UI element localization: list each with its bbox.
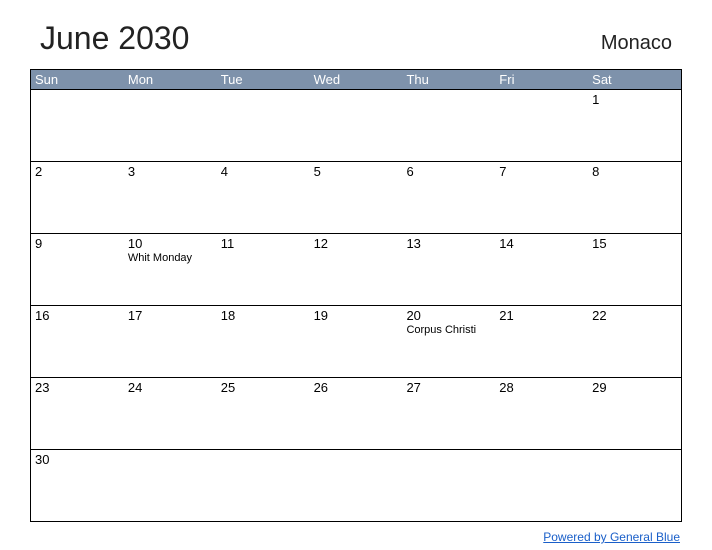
day-cell: 6 — [402, 162, 495, 233]
day-cell — [588, 450, 681, 521]
day-cell — [31, 90, 124, 161]
day-number: 11 — [221, 236, 306, 251]
day-number: 21 — [499, 308, 584, 323]
weekday-label: Wed — [310, 70, 403, 89]
day-number: 1 — [592, 92, 677, 107]
day-cell: 3 — [124, 162, 217, 233]
day-cell — [124, 90, 217, 161]
day-number: 3 — [128, 164, 213, 179]
day-number: 24 — [128, 380, 213, 395]
day-number: 26 — [314, 380, 399, 395]
day-number: 14 — [499, 236, 584, 251]
day-cell: 23 — [31, 378, 124, 449]
day-cell — [402, 90, 495, 161]
day-number: 29 — [592, 380, 677, 395]
day-cell: 11 — [217, 234, 310, 305]
day-number: 18 — [221, 308, 306, 323]
day-cell: 26 — [310, 378, 403, 449]
day-number: 7 — [499, 164, 584, 179]
day-number: 25 — [221, 380, 306, 395]
day-cell: 16 — [31, 306, 124, 377]
day-cell: 22 — [588, 306, 681, 377]
day-cell: 14 — [495, 234, 588, 305]
day-cell: 30 — [31, 450, 124, 521]
day-number: 15 — [592, 236, 677, 251]
day-cell: 18 — [217, 306, 310, 377]
day-number: 8 — [592, 164, 677, 179]
day-cell: 17 — [124, 306, 217, 377]
day-cell: 21 — [495, 306, 588, 377]
day-cell: 24 — [124, 378, 217, 449]
day-cell: 12 — [310, 234, 403, 305]
day-cell — [217, 90, 310, 161]
day-cell: 5 — [310, 162, 403, 233]
weekday-label: Sun — [31, 70, 124, 89]
day-cell: 25 — [217, 378, 310, 449]
footer: Powered by General Blue — [30, 528, 682, 546]
day-cell: 28 — [495, 378, 588, 449]
day-cell — [310, 450, 403, 521]
day-number: 30 — [35, 452, 120, 467]
day-cell — [217, 450, 310, 521]
day-number: 2 — [35, 164, 120, 179]
day-number: 13 — [406, 236, 491, 251]
day-cell: 2 — [31, 162, 124, 233]
week-row: 30 — [31, 449, 681, 521]
calendar-header: June 2030 Monaco — [30, 20, 682, 57]
day-cell — [310, 90, 403, 161]
weekday-label: Tue — [217, 70, 310, 89]
week-row: 16 17 18 19 20Corpus Christi 21 22 — [31, 305, 681, 377]
day-event: Corpus Christi — [406, 324, 491, 336]
day-cell: 4 — [217, 162, 310, 233]
day-number: 10 — [128, 236, 213, 251]
day-number: 20 — [406, 308, 491, 323]
day-number: 22 — [592, 308, 677, 323]
day-cell: 1 — [588, 90, 681, 161]
weekday-label: Thu — [402, 70, 495, 89]
day-number: 12 — [314, 236, 399, 251]
day-number: 19 — [314, 308, 399, 323]
powered-by-link[interactable]: Powered by General Blue — [543, 530, 680, 544]
calendar-grid: Sun Mon Tue Wed Thu Fri Sat 1 2 3 4 5 6 … — [30, 69, 682, 522]
day-cell: 27 — [402, 378, 495, 449]
weekday-header-row: Sun Mon Tue Wed Thu Fri Sat — [31, 70, 681, 89]
day-cell: 8 — [588, 162, 681, 233]
day-cell — [495, 90, 588, 161]
week-row: 1 — [31, 89, 681, 161]
day-cell — [402, 450, 495, 521]
day-number: 28 — [499, 380, 584, 395]
day-number: 16 — [35, 308, 120, 323]
calendar-title: June 2030 — [40, 20, 189, 57]
day-cell: 7 — [495, 162, 588, 233]
week-row: 23 24 25 26 27 28 29 — [31, 377, 681, 449]
weekday-label: Fri — [495, 70, 588, 89]
day-number: 4 — [221, 164, 306, 179]
weekday-label: Mon — [124, 70, 217, 89]
week-row: 9 10Whit Monday 11 12 13 14 15 — [31, 233, 681, 305]
day-number: 17 — [128, 308, 213, 323]
calendar-location: Monaco — [601, 32, 672, 55]
day-cell: 15 — [588, 234, 681, 305]
day-event: Whit Monday — [128, 252, 213, 264]
week-row: 2 3 4 5 6 7 8 — [31, 161, 681, 233]
day-number: 27 — [406, 380, 491, 395]
day-cell: 19 — [310, 306, 403, 377]
day-cell — [124, 450, 217, 521]
day-cell — [495, 450, 588, 521]
weekday-label: Sat — [588, 70, 681, 89]
day-number: 5 — [314, 164, 399, 179]
day-cell: 10Whit Monday — [124, 234, 217, 305]
day-number: 9 — [35, 236, 120, 251]
day-cell: 9 — [31, 234, 124, 305]
day-number: 6 — [406, 164, 491, 179]
day-cell: 29 — [588, 378, 681, 449]
day-number: 23 — [35, 380, 120, 395]
day-cell: 20Corpus Christi — [402, 306, 495, 377]
day-cell: 13 — [402, 234, 495, 305]
